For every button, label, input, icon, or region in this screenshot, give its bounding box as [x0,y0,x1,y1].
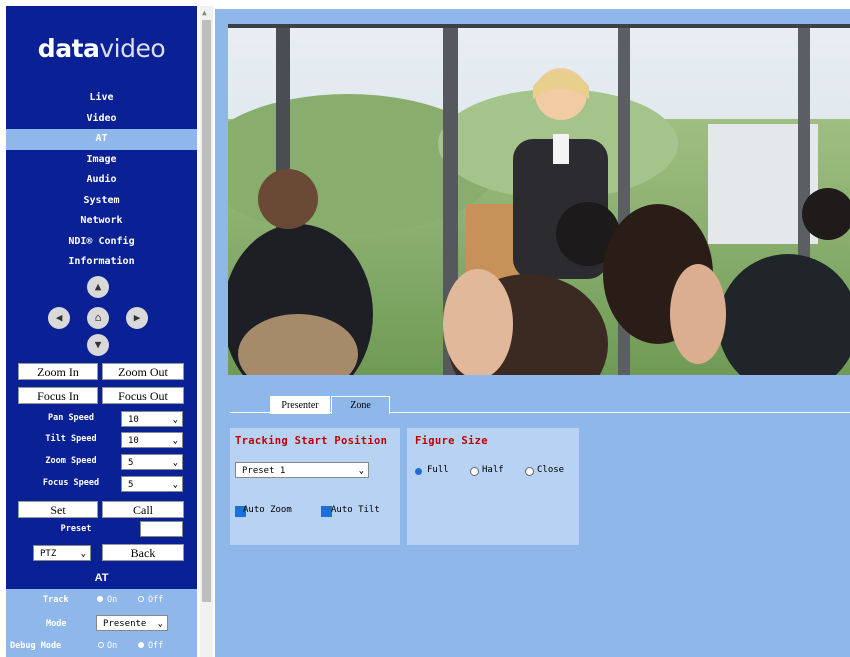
pan-speed-select[interactable]: 10 ⌄ [121,411,183,427]
track-off-radio[interactable] [138,596,144,602]
tracking-preset-select[interactable]: Preset 1 ⌄ [235,462,369,478]
zoom-in-button[interactable]: Zoom In [18,363,98,380]
pan-right-button[interactable]: ▶ [126,307,148,329]
auto-zoom-label: Auto Zoom [243,505,292,515]
figure-close-radio[interactable] [525,467,534,476]
nav-item-live[interactable]: Live [6,88,197,109]
mode-label: Mode [46,619,67,629]
at-control-panel: Track On Off Mode Presente ⌄ Debug Mode O… [6,589,197,657]
tab-presenter[interactable]: Presenter [270,396,330,414]
tab-zone[interactable]: Zone [331,396,390,414]
figure-size-card: Figure Size Full Half Close [407,428,579,545]
chevron-down-icon: ⌄ [157,619,163,629]
sidebar: datavideo Live Video AT Image Audio Syst… [6,6,197,657]
focus-out-button[interactable]: Focus Out [102,387,184,404]
track-label: Track [43,595,69,605]
call-preset-button[interactable]: Call [102,501,184,518]
zoom-speed-label: Zoom Speed [45,456,97,466]
chevron-down-icon: ⌄ [172,415,178,425]
debug-off-label: Off [148,641,164,651]
figure-close-label: Close [537,465,565,475]
figure-full-label: Full [427,465,449,475]
tracking-start-position-card: Tracking Start Position Preset 1 ⌄ Auto Z… [230,428,400,545]
focus-speed-select[interactable]: 5 ⌄ [121,476,183,492]
debug-off-radio[interactable] [138,642,144,648]
back-button[interactable]: Back [102,544,184,561]
pan-left-button[interactable]: ◀ [48,307,70,329]
arrow-right-icon: ▶ [133,311,141,324]
nav-item-image[interactable]: Image [6,150,197,171]
pan-up-button[interactable]: ▲ [87,276,109,298]
arrow-down-icon: ▼ [94,338,102,351]
nav-item-video[interactable]: Video [6,109,197,130]
figure-half-label: Half [482,465,504,475]
ptz-mode-select[interactable]: PTZ ⌄ [33,545,91,561]
arrow-left-icon: ◀ [55,311,63,324]
preset-input[interactable] [140,521,183,537]
chevron-down-icon: ⌄ [358,466,364,476]
datavideo-logo: datavideo [37,34,166,63]
at-section-title: AT [94,572,109,584]
nav-item-system[interactable]: System [6,191,197,212]
debug-mode-label: Debug Mode [10,641,62,651]
nav-item-information[interactable]: Information [6,252,197,273]
tracking-start-position-title: Tracking Start Position [235,435,388,447]
arrow-up-icon: ▲ [94,280,102,293]
at-mode-select[interactable]: Presente ⌄ [96,615,168,631]
focus-in-button[interactable]: Focus In [18,387,98,404]
track-on-label: On [107,595,118,605]
live-video-preview [228,24,850,375]
zoom-speed-select[interactable]: 5 ⌄ [121,454,183,470]
track-off-label: Off [148,595,164,605]
home-icon: ⌂ [94,311,102,324]
focus-speed-label: Focus Speed [42,478,100,488]
debug-on-label: On [107,641,118,651]
chevron-down-icon: ⌄ [80,549,86,559]
debug-on-radio[interactable] [98,642,104,648]
chevron-down-icon: ⌄ [172,480,178,490]
pan-speed-label: Pan Speed [47,413,95,423]
figure-half-radio[interactable] [470,467,479,476]
scrollbar-thumb[interactable] [202,20,211,602]
auto-tilt-label: Auto Tilt [331,505,380,515]
nav-item-at[interactable]: AT [6,129,197,150]
zoom-out-button[interactable]: Zoom Out [102,363,184,380]
main-nav: Live Video AT Image Audio System Network… [6,88,197,273]
figure-size-title: Figure Size [415,435,488,447]
figure-full-radio[interactable] [415,468,422,475]
home-button[interactable]: ⌂ [87,307,109,329]
tilt-speed-select[interactable]: 10 ⌄ [121,432,183,448]
nav-item-audio[interactable]: Audio [6,170,197,191]
pan-down-button[interactable]: ▼ [87,334,109,356]
track-on-radio[interactable] [97,596,103,602]
chevron-down-icon: ⌄ [172,436,178,446]
preset-label: Preset [60,524,92,534]
nav-item-network[interactable]: Network [6,211,197,232]
chevron-down-icon: ⌄ [172,458,178,468]
nav-item-ndi-config[interactable]: NDI® Config [6,232,197,253]
tilt-speed-label: Tilt Speed [45,434,97,444]
set-preset-button[interactable]: Set [18,501,98,518]
scroll-up-icon[interactable]: ▲ [202,8,207,17]
